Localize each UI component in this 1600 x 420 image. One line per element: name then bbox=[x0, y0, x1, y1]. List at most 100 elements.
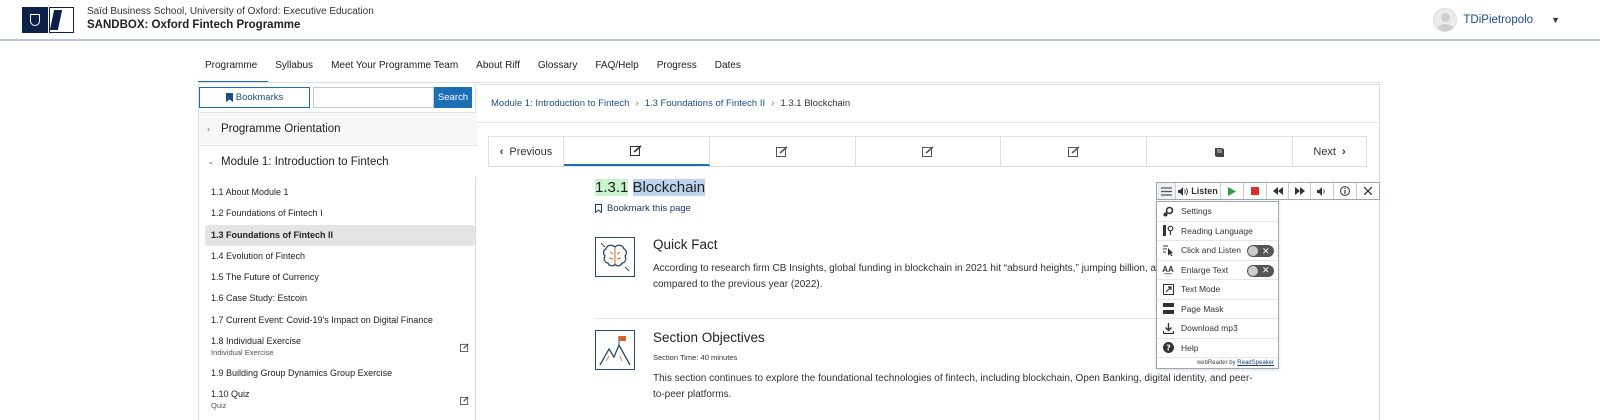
rs-click-and-listen[interactable]: Click and Listen ✕ bbox=[1157, 241, 1278, 261]
chevron-right-icon: › bbox=[1342, 145, 1346, 158]
unit-pager: ‹ Previous Next › bbox=[488, 136, 1367, 167]
rs-text-mode[interactable]: Text Mode bbox=[1157, 280, 1278, 300]
programme-name: SANDBOX: Oxford Fintech Programme bbox=[87, 19, 301, 31]
sidebar-search-row: Bookmarks Search bbox=[199, 87, 472, 108]
oxford-logo[interactable] bbox=[22, 7, 74, 33]
unit-step-5[interactable] bbox=[1147, 137, 1294, 166]
course-nav: Programme Syllabus Meet Your Programme T… bbox=[198, 53, 752, 83]
rs-item-label: Text Mode bbox=[1181, 284, 1221, 295]
bookmark-page-link[interactable]: Bookmark this page bbox=[595, 203, 691, 214]
readspeaker-menu: Settings Reading Language Click and List… bbox=[1156, 201, 1279, 369]
bookmarks-button[interactable]: Bookmarks bbox=[199, 87, 310, 108]
rs-enlarge-text[interactable]: A͟A Enlarge Text ✕ bbox=[1157, 261, 1278, 280]
book-icon bbox=[1215, 147, 1225, 157]
sidebar-item-1-2[interactable]: 1.2 Foundations of Fintech I bbox=[205, 203, 475, 224]
tab-glossary[interactable]: Glossary bbox=[531, 53, 588, 83]
tab-progress[interactable]: Progress bbox=[650, 53, 708, 83]
rs-download-mp3[interactable]: Download mp3 bbox=[1157, 319, 1278, 339]
rs-page-mask[interactable]: Page Mask bbox=[1157, 300, 1278, 319]
sidebar-item-type: Quiz bbox=[211, 401, 227, 411]
tab-faq-help[interactable]: FAQ/Help bbox=[588, 53, 649, 83]
page-mask-icon bbox=[1161, 303, 1175, 315]
breadcrumb-module[interactable]: Module 1: Introduction to Fintech bbox=[491, 98, 629, 109]
click-listen-toggle[interactable]: ✕ bbox=[1247, 245, 1274, 257]
oxford-crest-icon bbox=[22, 7, 48, 33]
play-icon[interactable] bbox=[1221, 183, 1244, 199]
rs-item-label: Click and Listen bbox=[1181, 245, 1242, 256]
tab-about-riff[interactable]: About Riff bbox=[469, 53, 531, 83]
volume-icon[interactable] bbox=[1311, 183, 1334, 199]
stop-icon[interactable] bbox=[1244, 183, 1267, 199]
sidebar-item-1-4[interactable]: 1.4 Evolution of Fintech bbox=[205, 246, 475, 267]
sidebar-item-1-9[interactable]: 1.9 Building Group Dynamics Group Exerci… bbox=[205, 363, 475, 384]
avatar[interactable] bbox=[1433, 8, 1458, 32]
unit-step-4[interactable] bbox=[1001, 137, 1148, 166]
edit-icon bbox=[776, 146, 788, 157]
rewind-icon[interactable] bbox=[1267, 183, 1289, 199]
section-time: Section Time: 40 minutes bbox=[653, 353, 738, 362]
section-objectives-title: Section Objectives bbox=[653, 330, 765, 345]
unit-step-2[interactable] bbox=[710, 137, 856, 166]
quick-fact-title: Quick Fact bbox=[653, 237, 718, 252]
sidebar-item-label: 1.8 Individual Exercise bbox=[211, 336, 302, 347]
search-input[interactable] bbox=[313, 87, 434, 108]
sidebar-item-1-1[interactable]: 1.1 About Module 1 bbox=[205, 182, 475, 203]
fast-forward-icon[interactable] bbox=[1289, 183, 1311, 199]
chevron-right-icon: › bbox=[207, 123, 210, 134]
tab-dates[interactable]: Dates bbox=[708, 53, 752, 83]
tab-programme[interactable]: Programme bbox=[198, 53, 269, 83]
section-objectives-text: This section continues to explore the fo… bbox=[653, 373, 1253, 400]
sidebar-item-1-3[interactable]: 1.3 Foundations of Fintech II bbox=[205, 224, 475, 246]
svg-text:?: ? bbox=[1166, 344, 1171, 353]
search-button[interactable]: Search bbox=[434, 87, 472, 108]
section-label: Module 1: Introduction to Fintech bbox=[221, 155, 389, 168]
enlarge-text-toggle[interactable]: ✕ bbox=[1247, 264, 1274, 277]
next-button[interactable]: Next › bbox=[1293, 137, 1366, 166]
text-mode-icon bbox=[1161, 283, 1175, 295]
tab-programme-team[interactable]: Meet Your Programme Team bbox=[324, 53, 469, 83]
bookmark-icon bbox=[225, 93, 233, 102]
section-label: Programme Orientation bbox=[221, 122, 341, 135]
unit-step-3[interactable] bbox=[856, 137, 1002, 166]
rs-reading-language[interactable]: Reading Language bbox=[1157, 222, 1278, 241]
rs-help[interactable]: ? Help bbox=[1157, 339, 1278, 358]
sidebar-item-1-8[interactable]: 1.8 Individual Exercise Individual Exerc… bbox=[205, 331, 475, 363]
help-icon: ? bbox=[1161, 342, 1175, 354]
page-title-number: 1.3.1 bbox=[595, 179, 629, 196]
sidebar-item-1-6[interactable]: 1.6 Case Study: Estcoin bbox=[205, 288, 475, 309]
chevron-down-icon[interactable]: ▼ bbox=[1551, 15, 1560, 25]
listen-button[interactable]: Listen bbox=[1176, 183, 1221, 199]
menu-icon[interactable] bbox=[1157, 183, 1176, 199]
rs-credit-prefix: webReader by bbox=[1196, 360, 1236, 366]
sidebar-item-1-7[interactable]: 1.7 Current Event: Covid-19's Impact on … bbox=[205, 310, 475, 331]
rs-settings[interactable]: Settings bbox=[1157, 202, 1278, 222]
sidebar-item-1-5[interactable]: 1.5 The Future of Currency bbox=[205, 267, 475, 288]
username[interactable]: TDiPietropolo bbox=[1463, 14, 1533, 26]
close-icon[interactable] bbox=[1357, 183, 1379, 199]
section-module-1[interactable]: ⌄ Module 1: Introduction to Fintech bbox=[199, 145, 477, 177]
nav-divider bbox=[198, 82, 1380, 83]
chevron-left-icon: ‹ bbox=[499, 145, 504, 158]
next-label: Next bbox=[1313, 145, 1336, 158]
page-title: 1.3.1 Blockchain bbox=[595, 179, 706, 196]
section-programme-orientation[interactable]: › Programme Orientation bbox=[199, 112, 477, 144]
page-title-word: Blockchain bbox=[632, 179, 706, 196]
breadcrumb-current: 1.3.1 Blockchain bbox=[780, 98, 851, 109]
enlarge-text-icon: A͟A bbox=[1162, 265, 1174, 275]
rs-credit-link[interactable]: ReadSpeaker bbox=[1237, 360, 1274, 366]
bookmark-icon bbox=[595, 204, 602, 213]
course-outline-sidebar: Bookmarks Search › Programme Orientation… bbox=[198, 84, 477, 420]
user-menu[interactable]: TDiPietropolo ▼ bbox=[1433, 8, 1560, 32]
bookmarks-label: Bookmarks bbox=[235, 92, 284, 103]
breadcrumb-section[interactable]: 1.3 Foundations of Fintech II bbox=[645, 98, 765, 109]
edit-icon bbox=[460, 396, 469, 406]
previous-button[interactable]: ‹ Previous bbox=[489, 137, 564, 166]
sidebar-item-1-10[interactable]: 1.10 Quiz Quiz bbox=[205, 384, 475, 416]
unit-step-1[interactable] bbox=[563, 137, 710, 166]
chevron-right-icon: › bbox=[635, 98, 639, 109]
tab-syllabus[interactable]: Syllabus bbox=[268, 53, 324, 83]
sbs-logo-icon bbox=[49, 7, 74, 33]
info-icon[interactable] bbox=[1334, 183, 1357, 199]
rs-item-label: Page Mask bbox=[1181, 303, 1224, 314]
language-icon bbox=[1161, 225, 1175, 237]
